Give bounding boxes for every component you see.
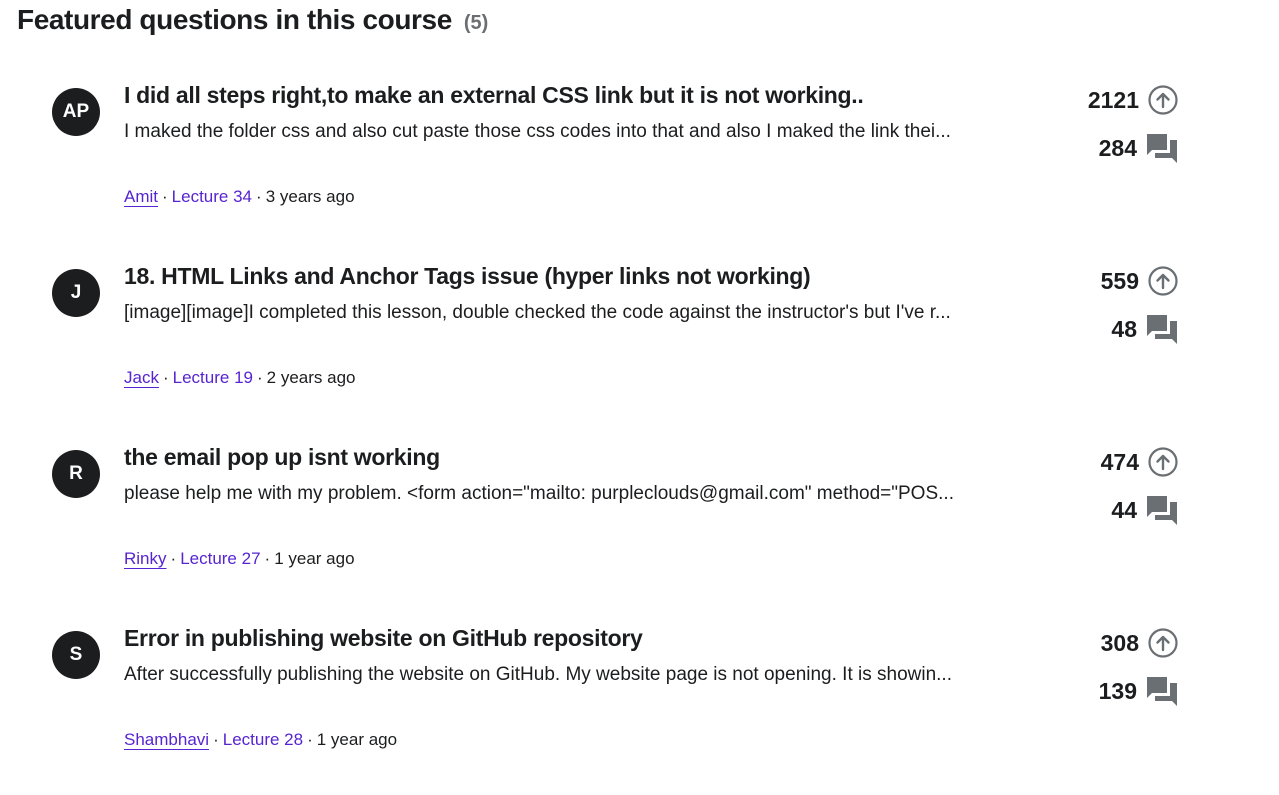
upvote-button[interactable] [1148,628,1178,658]
lecture-link[interactable]: Lecture 19 [173,368,253,387]
question-title[interactable]: Error in publishing website on GitHub re… [124,625,1064,652]
meta-separator: · [213,730,219,749]
vote-count: 308 [1100,629,1139,656]
arrow-up-circle-icon [1148,628,1178,658]
author-link[interactable]: Shambhavi [124,730,209,749]
section-header: Featured questions in this course (5) [17,4,488,36]
chat-bubbles-icon [1146,132,1178,164]
chat-bubbles-icon [1146,675,1178,707]
lecture-link[interactable]: Lecture 28 [223,730,303,749]
meta-separator: · [162,368,169,387]
question-meta: Rinky · Lecture 27 · 1 year ago [124,549,355,569]
lecture-link[interactable]: Lecture 34 [172,187,252,206]
question-item[interactable]: J 18. HTML Links and Anchor Tags issue (… [0,263,1279,439]
upvote-button[interactable] [1148,266,1178,296]
author-link[interactable]: Jack [124,368,159,387]
vote-stat: 308 [1101,628,1178,658]
meta-separator: · [256,368,263,387]
vote-count: 474 [1100,448,1139,475]
reply-stat: 284 [1099,132,1178,164]
question-item[interactable]: R the email pop up isnt working please h… [0,444,1279,620]
vote-count: 2121 [1087,86,1139,113]
author-link[interactable]: Amit [124,187,158,206]
chat-bubbles-icon [1146,494,1178,526]
question-time: 3 years ago [265,187,355,206]
reply-count: 44 [1111,496,1137,523]
meta-separator: · [264,549,271,568]
reply-stat: 139 [1099,675,1178,707]
arrow-up-circle-icon [1148,85,1178,115]
avatar: J [52,269,100,317]
question-title[interactable]: 18. HTML Links and Anchor Tags issue (hy… [124,263,1064,290]
avatar: R [52,450,100,498]
avatar: AP [52,88,100,136]
meta-separator: · [170,549,177,568]
question-meta: Shambhavi · Lecture 28 · 1 year ago [124,730,397,750]
vote-stat: 2121 [1088,85,1178,115]
question-time: 2 years ago [266,368,356,387]
vote-count: 559 [1100,267,1139,294]
avatar: S [52,631,100,679]
vote-stat: 559 [1101,266,1178,296]
question-title[interactable]: the email pop up isnt working [124,444,1064,471]
author-link[interactable]: Rinky [124,549,167,568]
question-time: 1 year ago [274,549,355,568]
reply-count: 48 [1111,315,1137,342]
question-item[interactable]: S Error in publishing website on GitHub … [0,625,1279,795]
reply-stat: 48 [1111,313,1178,345]
reply-stat: 44 [1111,494,1178,526]
question-item[interactable]: AP I did all steps right,to make an exte… [0,82,1279,258]
question-meta: Amit · Lecture 34 · 3 years ago [124,187,355,207]
section-title: Featured questions in this course [17,4,452,35]
section-count: (5) [463,12,489,34]
meta-separator: · [162,187,168,206]
question-meta: Jack · Lecture 19 · 2 years ago [124,368,356,388]
meta-separator: · [307,730,313,749]
question-body-preview: [image][image]I completed this lesson, d… [124,302,951,323]
featured-questions-section: Featured questions in this course (5) AP… [0,0,1279,795]
question-body-preview: I maked the folder css and also cut past… [124,121,951,142]
vote-stat: 474 [1101,447,1178,477]
arrow-up-circle-icon [1148,447,1178,477]
reply-count: 139 [1098,677,1137,704]
upvote-button[interactable] [1148,85,1178,115]
lecture-link[interactable]: Lecture 27 [180,549,260,568]
chat-bubbles-icon [1146,313,1178,345]
reply-count: 284 [1098,134,1137,161]
arrow-up-circle-icon [1148,266,1178,296]
question-body-preview: please help me with my problem. <form ac… [124,483,954,504]
question-time: 1 year ago [316,730,398,749]
upvote-button[interactable] [1148,447,1178,477]
question-body-preview: After successfully publishing the websit… [124,664,952,685]
question-title[interactable]: I did all steps right,to make an externa… [124,82,1064,109]
meta-separator: · [256,187,262,206]
